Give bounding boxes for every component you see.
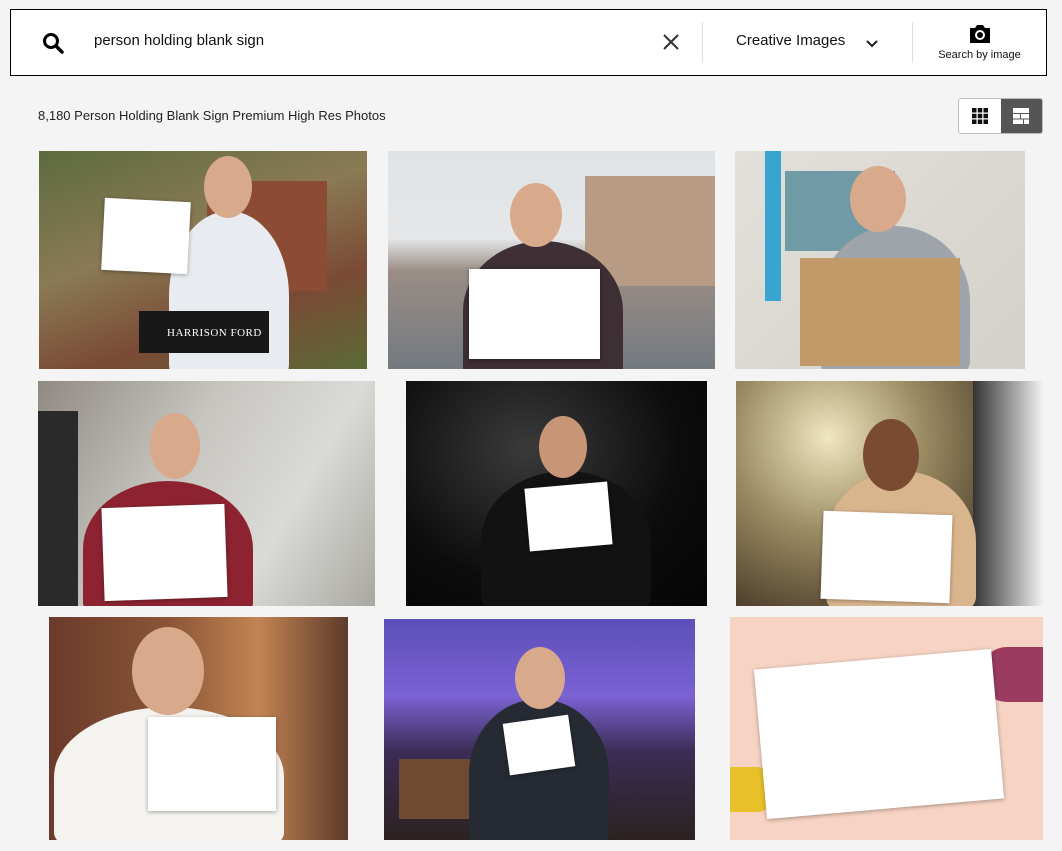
blank-sign	[469, 269, 600, 359]
result-image[interactable]	[736, 381, 1043, 606]
search-by-image-label: Search by image	[938, 49, 1021, 61]
result-image[interactable]	[38, 381, 375, 606]
person-head	[132, 627, 204, 715]
result-image[interactable]	[49, 617, 348, 840]
blank-sign	[524, 481, 613, 552]
result-image[interactable]	[406, 381, 707, 606]
person-head	[515, 647, 565, 709]
mosaic-view-icon	[1013, 108, 1030, 124]
search-by-image-button[interactable]: Search by image	[927, 20, 1032, 68]
blank-sign	[101, 503, 228, 602]
camera-icon	[969, 25, 990, 43]
blank-sign	[502, 714, 576, 776]
divider	[912, 22, 913, 63]
person-head	[150, 413, 200, 479]
results-count: 8,180 Person Holding Blank Sign Premium …	[38, 108, 386, 123]
person-head	[204, 156, 252, 218]
result-image[interactable]	[735, 151, 1025, 369]
person-head	[850, 166, 906, 232]
divider	[702, 22, 703, 63]
result-image[interactable]	[388, 151, 715, 369]
mosaic-view-button[interactable]	[1000, 99, 1042, 133]
grid-view-button[interactable]	[959, 99, 1001, 133]
grid-view-icon	[971, 108, 988, 124]
result-image[interactable]: HARRISON FORD	[39, 151, 367, 369]
result-image[interactable]	[384, 619, 695, 840]
person-head	[539, 416, 587, 478]
person-head	[863, 419, 919, 491]
view-toggle	[958, 98, 1043, 134]
blank-sign	[820, 510, 953, 604]
search-icon[interactable]	[41, 31, 65, 55]
close-icon[interactable]	[660, 31, 682, 53]
chevron-down-icon[interactable]	[864, 36, 880, 52]
image-type-dropdown[interactable]: Creative Images	[736, 32, 845, 49]
search-bar: person holding blank sign Creative Image…	[10, 9, 1047, 76]
chair-text: HARRISON FORD	[167, 327, 262, 339]
blank-sign	[101, 197, 191, 275]
search-input[interactable]: person holding blank sign	[94, 32, 264, 49]
cardboard-sign	[800, 258, 960, 366]
person-head	[510, 183, 562, 247]
blank-sign	[753, 648, 1005, 820]
blank-sign	[148, 717, 276, 811]
result-image[interactable]	[730, 617, 1043, 840]
